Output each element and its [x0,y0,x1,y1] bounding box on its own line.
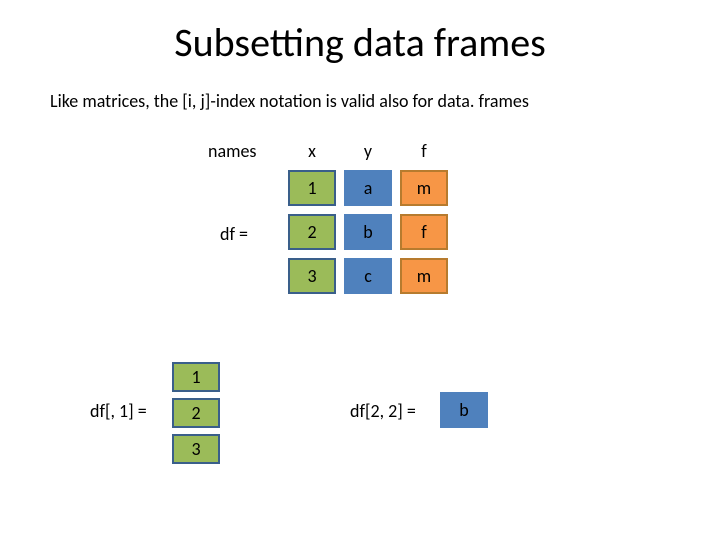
df-cell-3-y: c [344,258,392,294]
df-cell-1-x: 1 [288,170,336,206]
df-cell-1-y: a [344,170,392,206]
df-cell-3-f: m [400,258,448,294]
df-cell-2-y: b [344,214,392,250]
header-y: y [344,140,392,162]
df-cell-2-x: 2 [288,214,336,250]
result-22-cell: b [440,392,488,428]
label-df-22-eq: df[2, 2] = [350,400,416,422]
page-title: Subsetting data frames [0,18,720,67]
label-df-col1-eq: df[, 1] = [90,400,147,422]
col1-cell-3: 3 [172,434,220,464]
header-f: f [400,140,448,162]
header-x: x [288,140,336,162]
page-subtitle: Like matrices, the [i, j]-index notation… [50,90,529,112]
slide: Subsetting data frames Like matrices, th… [0,0,720,540]
col1-cell-2: 2 [172,398,220,428]
df-cell-2-f: f [400,214,448,250]
label-df-eq: df = [220,223,248,245]
label-names: names [208,140,256,162]
df-cell-1-f: m [400,170,448,206]
col1-cell-1: 1 [172,362,220,392]
df-cell-3-x: 3 [288,258,336,294]
